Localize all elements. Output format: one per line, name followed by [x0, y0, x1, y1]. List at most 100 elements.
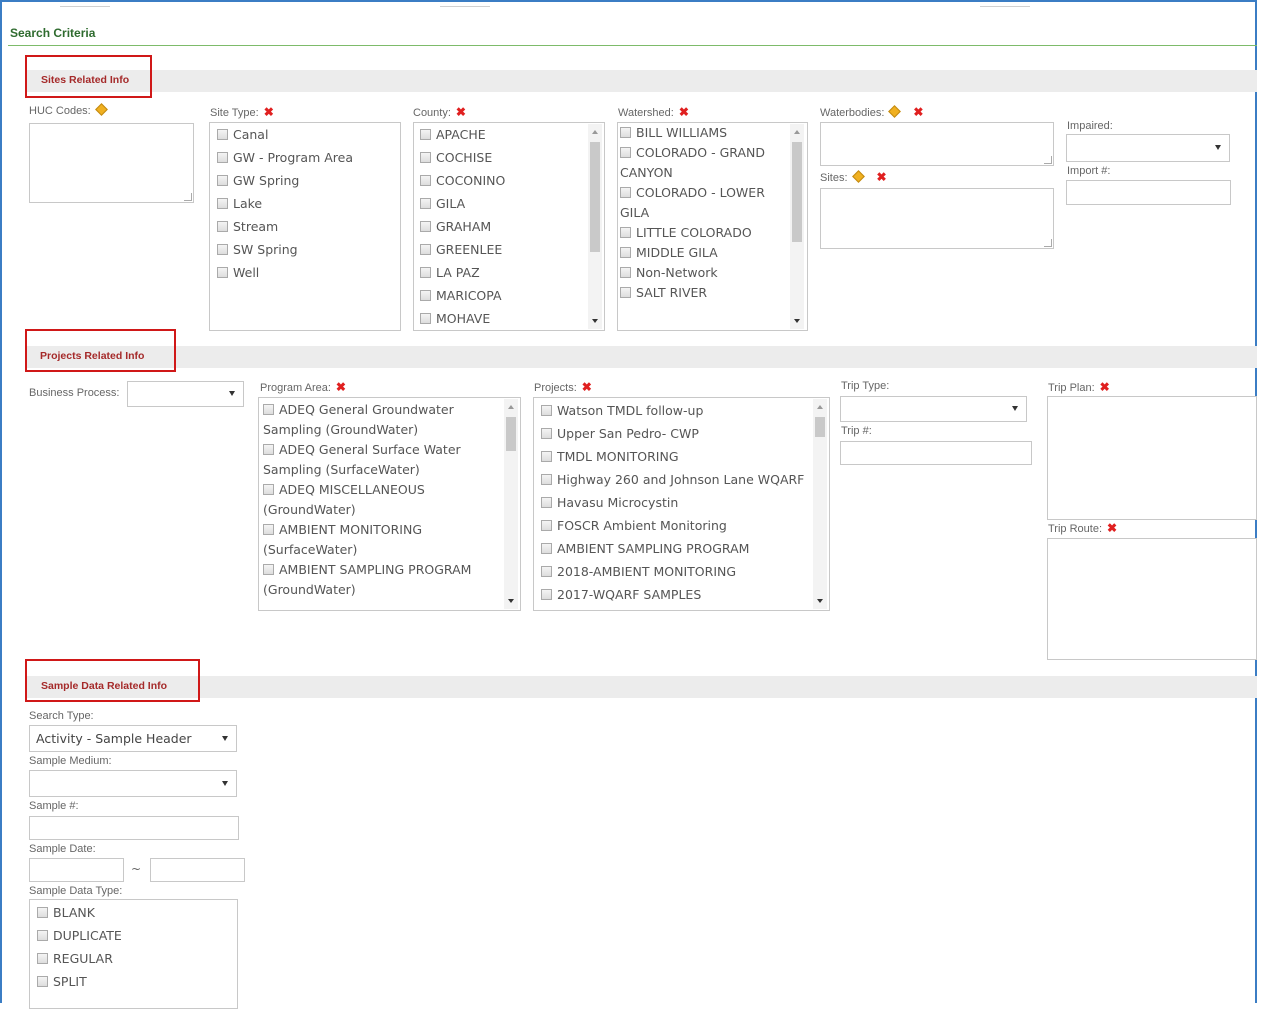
sample-medium-select[interactable]: [29, 770, 237, 797]
trip-route-input[interactable]: [1047, 538, 1257, 660]
trip-plan-input[interactable]: [1047, 396, 1257, 520]
site-type-item[interactable]: Canal: [217, 123, 397, 146]
county-item[interactable]: COCONINO: [420, 169, 585, 192]
checkbox[interactable]: [541, 451, 552, 462]
resize-grip-icon[interactable]: [1044, 239, 1052, 247]
checkbox[interactable]: [263, 484, 274, 495]
county-item[interactable]: GRAHAM: [420, 215, 585, 238]
county-item[interactable]: MARICOPA: [420, 284, 585, 307]
remove-x-icon[interactable]: ✖: [913, 105, 923, 119]
scroll-down-icon[interactable]: [508, 599, 514, 603]
sample-data-type-item[interactable]: SPLIT: [37, 970, 227, 993]
project-item[interactable]: Upper San Pedro- CWP: [541, 422, 811, 445]
checkbox[interactable]: [420, 313, 431, 324]
site-type-item[interactable]: SW Spring: [217, 238, 397, 261]
checkbox[interactable]: [541, 405, 552, 416]
checkbox[interactable]: [541, 497, 552, 508]
checkbox[interactable]: [263, 404, 274, 415]
checkbox[interactable]: [620, 227, 631, 238]
project-item[interactable]: Havasu Microcystin: [541, 491, 811, 514]
remove-x-icon[interactable]: ✖: [336, 380, 346, 394]
sample-data-type-item[interactable]: BLANK: [37, 901, 227, 924]
impaired-select[interactable]: [1066, 134, 1230, 162]
resize-grip-icon[interactable]: [184, 193, 192, 201]
checkbox[interactable]: [37, 930, 48, 941]
watershed-item[interactable]: SALT RIVER: [620, 283, 788, 303]
remove-x-icon[interactable]: ✖: [679, 105, 689, 119]
sites-input[interactable]: [820, 188, 1054, 249]
checkbox[interactable]: [541, 520, 552, 531]
project-item[interactable]: 2018-AMBIENT MONITORING: [541, 560, 811, 583]
checkbox[interactable]: [217, 198, 228, 209]
watershed-item[interactable]: Non-Network: [620, 263, 788, 283]
checkbox[interactable]: [217, 244, 228, 255]
site-type-item[interactable]: GW Spring: [217, 169, 397, 192]
program-area-scrollbar[interactable]: [504, 399, 518, 609]
checkbox[interactable]: [37, 976, 48, 987]
scroll-up-icon[interactable]: [817, 405, 823, 409]
checkbox[interactable]: [620, 127, 631, 138]
program-area-item[interactable]: AMBIENT MONITORING (SurfaceWater): [263, 520, 501, 560]
lookup-diamond-icon[interactable]: [888, 105, 902, 118]
county-item[interactable]: COCHISE: [420, 146, 585, 169]
checkbox[interactable]: [263, 564, 274, 575]
scroll-up-icon[interactable]: [508, 405, 514, 409]
scroll-down-icon[interactable]: [592, 319, 598, 323]
scrollbar-thumb[interactable]: [506, 417, 516, 451]
checkbox[interactable]: [541, 589, 552, 600]
business-process-select[interactable]: [127, 381, 244, 407]
checkbox[interactable]: [217, 221, 228, 232]
checkbox[interactable]: [420, 175, 431, 186]
waterbodies-input[interactable]: [820, 122, 1054, 166]
program-area-item[interactable]: ADEQ General Groundwater Sampling (Groun…: [263, 400, 501, 440]
project-item[interactable]: 2017-WQARF SAMPLES: [541, 583, 811, 606]
checkbox[interactable]: [541, 543, 552, 554]
program-area-item[interactable]: ADEQ MISCELLANEOUS (GroundWater): [263, 480, 501, 520]
scrollbar-thumb[interactable]: [590, 142, 600, 252]
site-type-item[interactable]: Well: [217, 261, 397, 284]
project-item[interactable]: AMBIENT SAMPLING PROGRAM: [541, 537, 811, 560]
sample-no-input[interactable]: [29, 816, 239, 840]
remove-x-icon[interactable]: ✖: [1107, 521, 1117, 535]
checkbox[interactable]: [620, 147, 631, 158]
checkbox[interactable]: [263, 444, 274, 455]
scroll-up-icon[interactable]: [592, 130, 598, 134]
checkbox[interactable]: [217, 129, 228, 140]
checkbox[interactable]: [217, 152, 228, 163]
project-item[interactable]: FOSCR Ambient Monitoring: [541, 514, 811, 537]
checkbox[interactable]: [420, 267, 431, 278]
site-type-item[interactable]: Stream: [217, 215, 397, 238]
remove-x-icon[interactable]: ✖: [264, 105, 274, 119]
site-type-item[interactable]: GW - Program Area: [217, 146, 397, 169]
county-item[interactable]: MOHAVE: [420, 307, 585, 329]
search-type-select[interactable]: Activity - Sample Header: [29, 725, 237, 752]
scrollbar-thumb[interactable]: [792, 142, 802, 242]
remove-x-icon[interactable]: ✖: [877, 170, 887, 184]
county-item[interactable]: GILA: [420, 192, 585, 215]
watershed-item[interactable]: BILL WILLIAMS: [620, 123, 788, 143]
watershed-item[interactable]: MIDDLE GILA: [620, 243, 788, 263]
trip-type-select[interactable]: [840, 396, 1027, 422]
scroll-up-icon[interactable]: [794, 130, 800, 134]
remove-x-icon[interactable]: ✖: [582, 380, 592, 394]
watershed-scrollbar[interactable]: [790, 124, 804, 329]
checkbox[interactable]: [420, 198, 431, 209]
projects-scrollbar[interactable]: [813, 399, 827, 609]
checkbox[interactable]: [541, 428, 552, 439]
scroll-down-icon[interactable]: [794, 319, 800, 323]
import-no-input[interactable]: [1066, 180, 1231, 205]
checkbox[interactable]: [420, 129, 431, 140]
checkbox[interactable]: [217, 175, 228, 186]
watershed-item[interactable]: COLORADO - GRAND CANYON: [620, 143, 788, 183]
sample-date-from-input[interactable]: [29, 858, 124, 882]
watershed-item[interactable]: COLORADO - LOWER GILA: [620, 183, 788, 223]
sample-data-type-item[interactable]: DUPLICATE: [37, 924, 227, 947]
lookup-diamond-icon[interactable]: [94, 103, 108, 116]
checkbox[interactable]: [541, 566, 552, 577]
county-item[interactable]: APACHE: [420, 123, 585, 146]
checkbox[interactable]: [420, 152, 431, 163]
watershed-item[interactable]: LITTLE COLORADO: [620, 223, 788, 243]
lookup-diamond-icon[interactable]: [851, 170, 865, 183]
scrollbar-thumb[interactable]: [815, 417, 825, 437]
checkbox[interactable]: [620, 267, 631, 278]
